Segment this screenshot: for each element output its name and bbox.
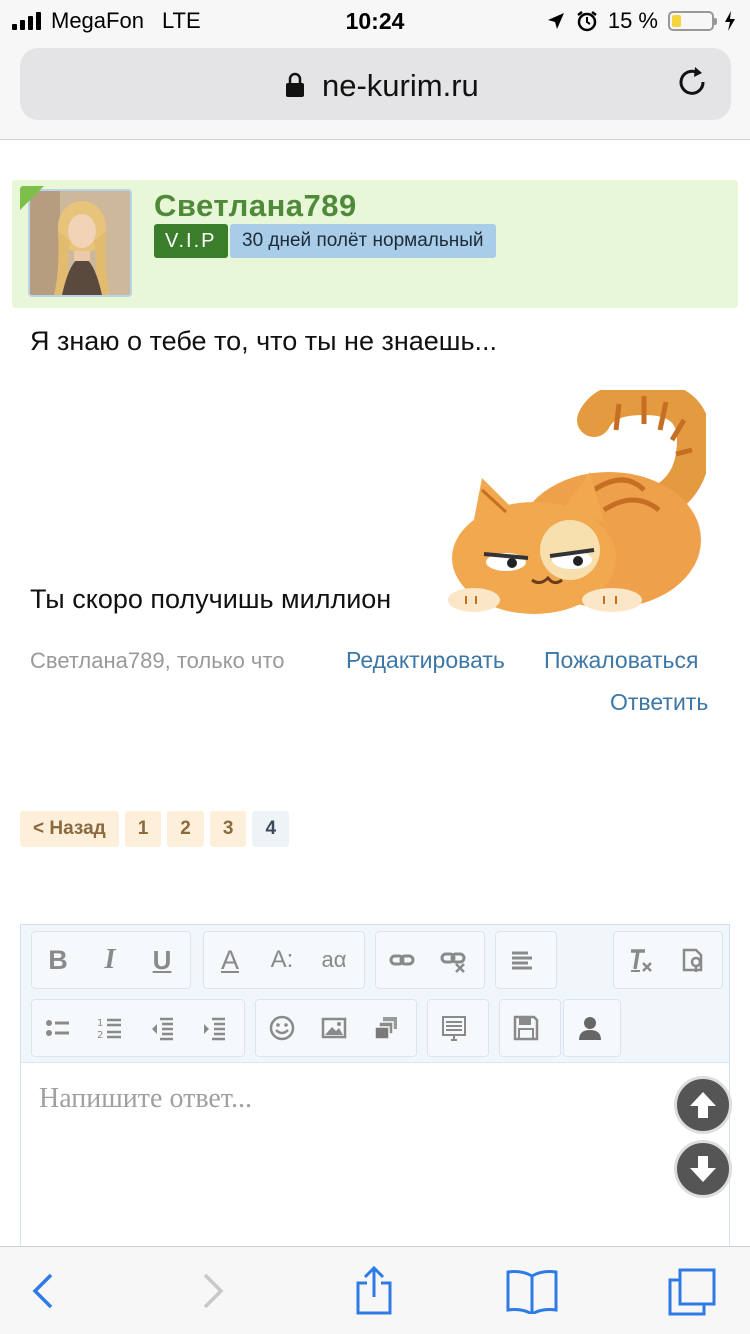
alarm-icon — [577, 11, 597, 32]
save-icon — [513, 1015, 539, 1041]
pagination: < Назад 1 2 3 4 — [20, 811, 290, 847]
share-icon — [356, 1265, 392, 1315]
scroll-down-button[interactable] — [674, 1140, 732, 1198]
numbered-list-button[interactable]: 12 — [84, 1000, 136, 1056]
image-icon — [321, 1017, 347, 1039]
font-size-icon: A: — [270, 946, 294, 973]
browser-chrome: ne-kurim.ru — [0, 42, 750, 140]
cat-sticker — [448, 390, 706, 614]
reply-textarea[interactable]: Напишите ответ... — [39, 1083, 252, 1115]
reply-link[interactable]: Ответить — [610, 689, 708, 716]
url-text[interactable]: ne-kurim.ru — [322, 68, 479, 104]
media-button[interactable] — [360, 1000, 412, 1056]
pagination-page[interactable]: 3 — [209, 811, 247, 847]
status-bar: MegaFon LTE 10:24 15 % — [0, 0, 750, 42]
font-color-icon: A — [220, 944, 239, 975]
svg-text:2: 2 — [97, 1030, 103, 1041]
unlink-icon — [440, 952, 466, 973]
post-meta: Светлана789, только что — [30, 648, 285, 673]
font-color-button[interactable]: A — [204, 932, 256, 988]
save-button[interactable] — [500, 1000, 552, 1056]
status-badge: 30 дней полёт нормальный — [230, 224, 496, 258]
indent-icon — [204, 1017, 225, 1041]
pagination-back[interactable]: < Назад — [20, 811, 119, 847]
address-bar[interactable]: ne-kurim.ru — [20, 48, 731, 120]
post-header: Светлана789 V.I.P 30 дней полёт нормальн… — [12, 180, 738, 308]
template-button[interactable] — [428, 1000, 480, 1056]
numbered-list-icon: 12 — [97, 1018, 121, 1041]
arrow-down-icon — [690, 1156, 716, 1182]
smiley-button[interactable] — [256, 1000, 308, 1056]
italic-button[interactable]: I — [84, 932, 136, 988]
report-link[interactable]: Пожаловаться — [544, 647, 698, 674]
charging-icon — [725, 11, 735, 31]
vip-badge: V.I.P — [154, 224, 228, 258]
italic-icon: I — [104, 944, 116, 975]
smiley-icon — [269, 1015, 295, 1041]
bullet-list-button[interactable] — [32, 1000, 84, 1056]
pagination-page[interactable]: 1 — [124, 811, 162, 847]
tabs-button[interactable] — [664, 1265, 720, 1317]
bold-button[interactable]: B — [32, 932, 84, 988]
lock-icon — [286, 72, 304, 97]
forward-button[interactable] — [184, 1265, 240, 1317]
align-left-icon — [512, 951, 532, 970]
post-message-line: Я знаю о тебе то, что ты не знаешь... — [30, 326, 498, 356]
pagination-current-page[interactable]: 4 — [252, 811, 290, 847]
paste-icon — [682, 948, 703, 972]
change-case-icon: aα — [321, 947, 347, 972]
user-icon — [579, 1017, 601, 1040]
bullet-list-icon — [46, 1020, 69, 1036]
indent-button[interactable] — [188, 1000, 240, 1056]
tabs-icon — [668, 1268, 716, 1316]
location-icon — [547, 13, 564, 29]
forward-icon — [203, 1273, 224, 1309]
align-button[interactable] — [496, 932, 548, 988]
image-button[interactable] — [308, 1000, 360, 1056]
underline-icon: U — [152, 944, 172, 975]
arrow-up-icon — [690, 1092, 716, 1118]
underline-button[interactable]: U — [136, 932, 188, 988]
back-icon — [32, 1273, 53, 1309]
outdent-icon — [152, 1017, 173, 1041]
scroll-up-button[interactable] — [674, 1076, 732, 1134]
share-button[interactable] — [346, 1265, 402, 1317]
remove-format-button[interactable] — [614, 932, 666, 988]
template-icon — [442, 1016, 466, 1041]
battery-icon — [668, 11, 717, 31]
outdent-button[interactable] — [136, 1000, 188, 1056]
unlink-button[interactable] — [428, 932, 480, 988]
bookmarks-icon — [506, 1270, 558, 1314]
post-author[interactable]: Светлана789 — [154, 188, 357, 224]
user-button[interactable] — [564, 1000, 616, 1056]
bookmarks-button[interactable] — [504, 1265, 560, 1317]
link-icon — [389, 954, 415, 966]
back-button[interactable] — [16, 1265, 72, 1317]
link-button[interactable] — [376, 932, 428, 988]
editor-toolbar: B I U A A: aα 1 2 — [21, 925, 729, 1063]
pagination-page[interactable]: 2 — [167, 811, 204, 847]
reply-editor: B I U A A: aα 1 2 Напишите ответ... — [20, 924, 730, 1254]
font-size-button[interactable]: A: — [256, 932, 308, 988]
battery-percent: 15 % — [607, 8, 658, 33]
svg-text:1: 1 — [97, 1018, 103, 1029]
remove-format-icon — [631, 949, 652, 972]
reload-icon[interactable] — [675, 64, 711, 100]
browser-toolbar — [0, 1246, 750, 1334]
bold-icon: B — [48, 944, 68, 975]
online-indicator — [20, 186, 44, 210]
change-case-button[interactable]: aα — [308, 932, 360, 988]
edit-link[interactable]: Редактировать — [346, 647, 505, 674]
media-icon — [374, 1017, 397, 1040]
post-message-line: Ты скоро получишь миллион — [30, 584, 392, 614]
paste-word-button[interactable] — [666, 932, 718, 988]
